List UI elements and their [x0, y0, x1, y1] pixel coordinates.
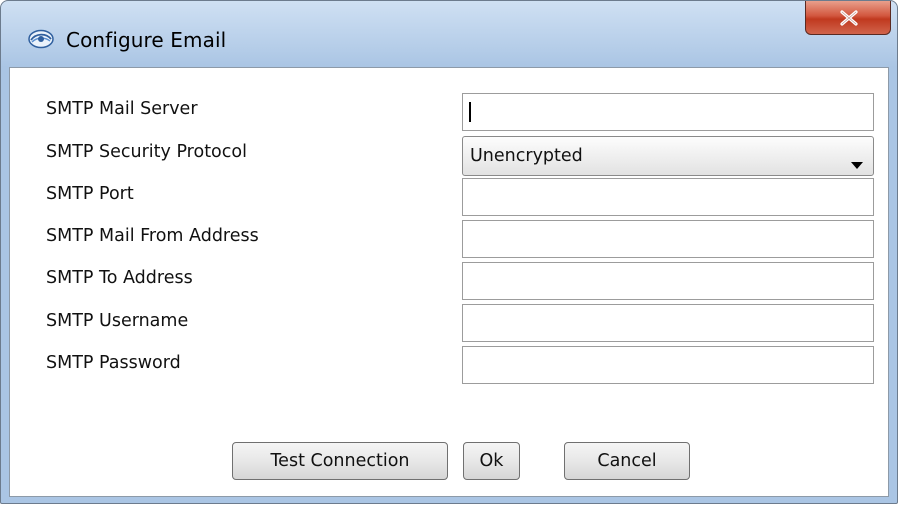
test-connection-button[interactable]: Test Connection — [232, 442, 448, 480]
smtp-mail-from-address-input[interactable] — [462, 220, 874, 258]
title-bar[interactable]: Configure Email — [1, 1, 897, 67]
smtp-security-protocol-select[interactable]: Unencrypted — [462, 136, 874, 176]
close-button[interactable] — [805, 1, 891, 35]
smtp-to-address-input[interactable] — [462, 262, 874, 300]
text-cursor — [469, 102, 471, 122]
smtp-password-input[interactable] — [462, 346, 874, 384]
label-smtp-password: SMTP Password — [46, 353, 181, 373]
window-title: Configure Email — [66, 28, 227, 52]
dialog-body: SMTP Mail Server SMTP Security Protocol … — [9, 67, 889, 497]
label-smtp-mail-server: SMTP Mail Server — [46, 99, 198, 119]
eye-logo-icon — [28, 29, 54, 49]
ok-button[interactable]: Ok — [463, 442, 520, 480]
dropdown-arrow-icon[interactable] — [851, 154, 863, 173]
cancel-button[interactable]: Cancel — [564, 442, 690, 480]
label-smtp-username: SMTP Username — [46, 311, 189, 331]
configure-email-dialog: Configure Email SMTP Mail Server SMTP Se… — [0, 0, 898, 504]
smtp-username-input[interactable] — [462, 304, 874, 342]
smtp-port-input[interactable] — [462, 178, 874, 216]
label-smtp-port: SMTP Port — [46, 184, 134, 204]
smtp-mail-server-input[interactable] — [462, 93, 874, 131]
label-smtp-mail-from-address: SMTP Mail From Address — [46, 226, 259, 246]
label-smtp-security-protocol: SMTP Security Protocol — [46, 142, 247, 162]
label-smtp-to-address: SMTP To Address — [46, 268, 193, 288]
selected-protocol: Unencrypted — [470, 146, 583, 166]
